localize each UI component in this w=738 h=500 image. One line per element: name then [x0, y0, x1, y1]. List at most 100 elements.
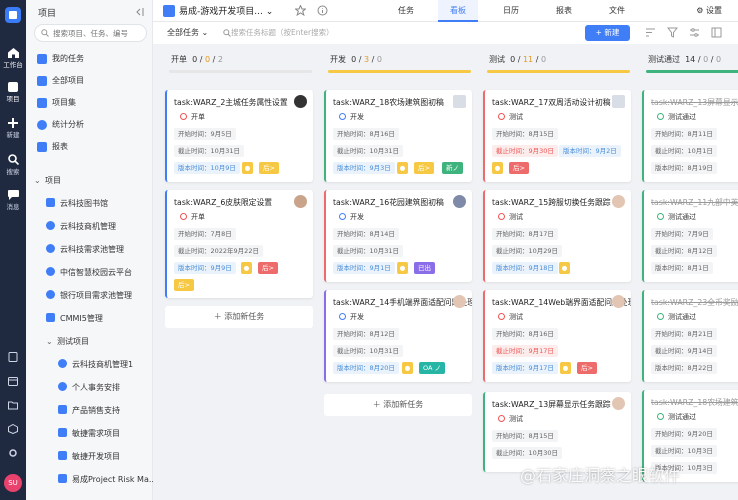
tree-item[interactable]: CMMI5管理: [46, 310, 163, 328]
tree-item[interactable]: 银行项目需求池管理: [46, 287, 163, 305]
tab-calendar[interactable]: 日历: [491, 0, 531, 22]
document-icon: [8, 352, 18, 362]
nav-my-tasks[interactable]: 我的任务: [34, 50, 149, 68]
task-card[interactable]: task:WARZ_11九部中英文翻译 测试通过 开始时间：7月9日 截止时间：…: [642, 190, 738, 282]
star-icon[interactable]: [295, 5, 306, 16]
task-card[interactable]: task:WARZ_13屏幕显示任务跟踪 测试通过 开始时间：8月11日 截止时…: [642, 90, 738, 182]
flag-icon: ●: [241, 262, 252, 274]
tree-item[interactable]: 云科技需求池管理: [46, 241, 163, 259]
tab-kanban[interactable]: 看板: [438, 0, 478, 22]
card-start-date: 开始时间：8月14日: [333, 228, 399, 240]
project-switcher[interactable]: 易成-游戏开发项目... ⌄: [163, 4, 273, 17]
card-end-date: 截止时间：10月29日: [492, 245, 563, 257]
tab-reports[interactable]: 报表: [544, 0, 584, 22]
avatar[interactable]: SU: [4, 474, 22, 492]
project-icon: [58, 405, 67, 414]
nav-project-set[interactable]: 项目集: [34, 94, 149, 112]
tree-item-label: 敏捷需求项目: [72, 429, 120, 438]
flag-icon: ●: [402, 362, 413, 374]
card-title: task:WARZ_23全币奖励更新: [651, 298, 738, 307]
card-tag: 后>: [414, 162, 434, 174]
add-task-button[interactable]: ＋ 添加新任务: [324, 394, 472, 416]
rail-tool-2[interactable]: [0, 376, 26, 387]
task-card[interactable]: task:WARZ_23全币奖励更新 测试通过 开始时间：8月21日 截止时间：…: [642, 290, 738, 382]
rail-workbench[interactable]: 工作台: [0, 48, 26, 69]
info-icon[interactable]: [317, 5, 328, 16]
tab-files[interactable]: 文件: [597, 0, 637, 22]
tree-item[interactable]: 易成Project Risk Ma...: [58, 471, 153, 489]
sidebar-search[interactable]: [34, 24, 147, 42]
sidebar-search-input[interactable]: [53, 27, 143, 39]
tree-item[interactable]: 云科技图书馆: [46, 195, 163, 213]
status-label: 开发: [350, 313, 364, 321]
kanban-board: 开单 0 / 0 / 2 task:WARZ_2主城任务属性设置 开单 开始时间…: [153, 44, 738, 500]
card-tag: 新ノ: [442, 162, 463, 174]
avatar: [453, 295, 466, 308]
sort-icon[interactable]: [645, 27, 656, 38]
task-card[interactable]: task:WARZ_15跨服切换任务跟踪 测试 开始时间：8月17日 截止时间：…: [483, 190, 631, 282]
status-label: 开单: [191, 213, 205, 221]
task-filter-select[interactable]: 全部任务 ⌄: [167, 27, 208, 38]
card-start-date: 开始时间：8月12日: [333, 328, 399, 340]
add-task-button[interactable]: ＋ 添加新任务: [165, 306, 313, 328]
filter-icon[interactable]: [667, 27, 678, 38]
nav-all-projects[interactable]: 全部项目: [34, 72, 149, 90]
plus-icon: ＋: [372, 400, 381, 409]
nav-label: 全部项目: [52, 76, 84, 85]
task-card[interactable]: task:WARZ_17双周活动设计初稿 测试 开始时间：8月15日 截止时间：…: [483, 90, 631, 182]
card-tag: 后>: [258, 262, 278, 274]
rail-search[interactable]: 搜索: [0, 154, 26, 176]
rail-tool-5[interactable]: [0, 448, 26, 459]
task-card[interactable]: task:WARZ_2主城任务属性设置 开单 开始时间：9月5日 截止时间：10…: [165, 90, 313, 182]
rail-project[interactable]: 项目: [0, 82, 26, 103]
task-card[interactable]: task:WARZ_18农场建筑图初稿 开发 开始时间：8月16日 截止时间：1…: [324, 90, 472, 182]
status-icon: [498, 113, 505, 120]
tree-item[interactable]: 中信智慧校园云平台: [46, 264, 163, 282]
app-logo-icon[interactable]: [5, 7, 21, 23]
rail-tool-3[interactable]: [0, 400, 26, 411]
card-title: task:WARZ_13屏幕显示任务跟踪: [492, 400, 611, 409]
tree-item[interactable]: 云科技商机管理: [46, 218, 163, 236]
layout-icon[interactable]: [711, 27, 722, 38]
settings-button[interactable]: ⚙ 设置: [696, 5, 722, 16]
rail-messages[interactable]: 消息: [0, 190, 26, 211]
rail-tool-4[interactable]: [0, 424, 26, 435]
tree-root[interactable]: ⌄ 项目: [34, 172, 151, 190]
task-card[interactable]: task:WARZ_14手机端界面适配问题处理 开发 开始时间：8月12日 截止…: [324, 290, 472, 382]
nav-statistics[interactable]: 统计分析: [34, 116, 149, 134]
tree-folder[interactable]: ⌄ 测试项目: [46, 333, 163, 351]
calendar-icon: [8, 377, 18, 386]
rail-new[interactable]: 新建: [0, 118, 26, 139]
task-card[interactable]: task:WARZ_14Web端界面适配问题处理 测试 开始时间：8月16日 截…: [483, 290, 631, 382]
card-start-date: 开始时间：9月5日: [174, 128, 236, 140]
task-card[interactable]: task:WARZ_16花园建筑图初稿 开发 开始时间：8月14日 截止时间：1…: [324, 190, 472, 282]
flag-icon: ●: [397, 162, 408, 174]
project-icon: [58, 428, 67, 437]
project-sidebar: 项目 我的任务 全部项目 项目集 统计分析 报表 ⌄ 项目 云科技图书馆 云科技商…: [26, 0, 153, 500]
card-title: task:WARZ_11九部中英文翻译: [651, 198, 738, 207]
tree-item-label: 银行项目需求池管理: [60, 291, 132, 300]
board-column: 开单 0 / 0 / 2 task:WARZ_2主城任务属性设置 开单 开始时间…: [165, 50, 316, 328]
card-tag: OA ノ: [419, 362, 446, 374]
card-version-date: 版本时间：9月18日: [492, 262, 558, 274]
status-label: 测试通过: [668, 213, 696, 221]
task-card[interactable]: task:WARZ_6皮肤限定设置 开单 开始时间：7月8日 截止时间：2022…: [165, 190, 313, 298]
settings-sliders-icon[interactable]: [689, 27, 700, 38]
task-card[interactable]: task:WARZ_13屏幕显示任务跟踪 测试 开始时间：8月15日 截止时间：…: [483, 392, 631, 472]
person-icon: [46, 267, 55, 276]
status-label: 测试通过: [668, 113, 696, 121]
card-start-date: 开始时间：8月15日: [492, 430, 558, 442]
column-progress-bar: [169, 70, 312, 73]
new-task-button[interactable]: + 新建: [585, 25, 630, 41]
collapse-icon[interactable]: [134, 7, 144, 17]
board-toolbar: 全部任务 ⌄ 搜索任务标题（按Enter搜索） + 新建: [153, 22, 738, 44]
column-count: 3: [363, 55, 370, 64]
nav-reports[interactable]: 报表: [34, 138, 149, 156]
tree-item-label: 中信智慧校园云平台: [60, 268, 132, 277]
card-version-date: 版本时间：9月9日: [174, 262, 236, 274]
task-search-input[interactable]: 搜索任务标题（按Enter搜索）: [231, 27, 334, 38]
tab-tasks[interactable]: 任务: [386, 0, 426, 22]
rail-tool-1[interactable]: [0, 352, 26, 363]
status-icon: [657, 413, 664, 420]
card-end-date: 截止时间：10月1日: [651, 145, 717, 157]
